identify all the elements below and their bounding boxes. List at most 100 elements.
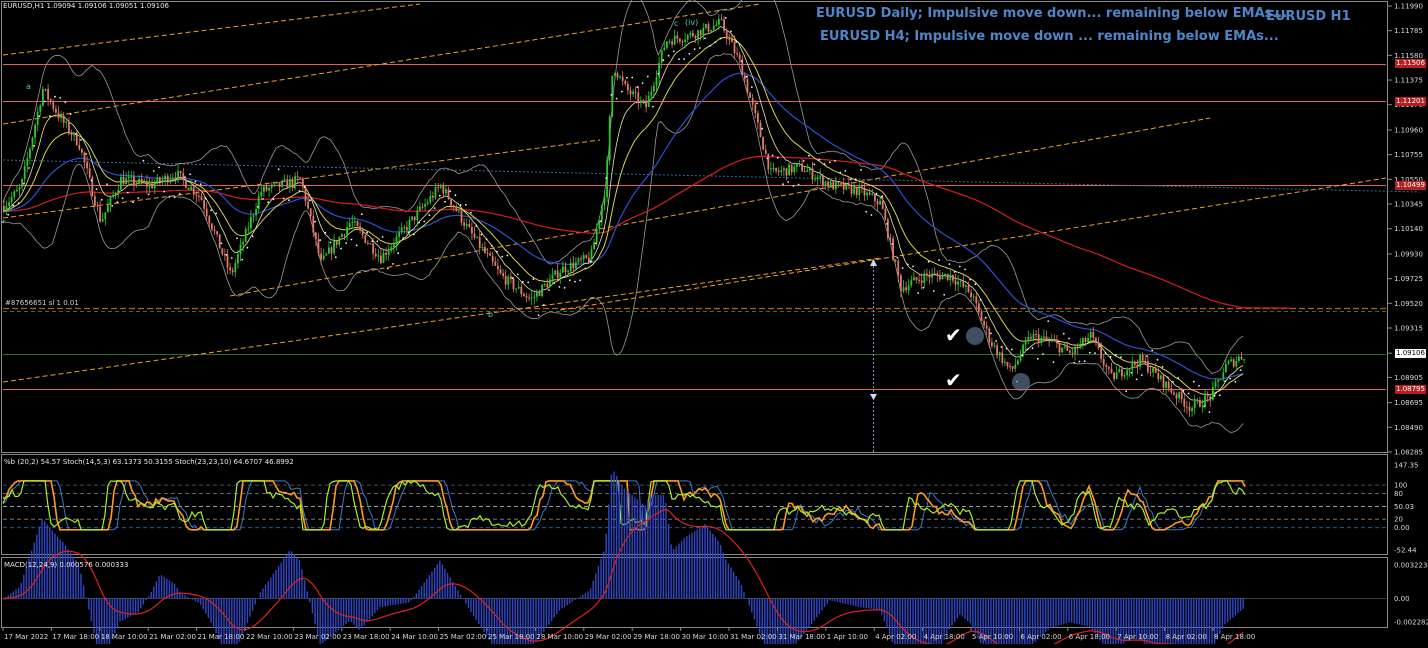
candle-body	[580, 258, 582, 259]
psar-dot	[1094, 352, 1096, 354]
candle-body	[871, 194, 873, 195]
candle-body	[232, 270, 234, 272]
candle-body	[424, 204, 426, 207]
psar-dot	[184, 176, 186, 178]
candle-body	[835, 182, 837, 190]
chart-canvas[interactable]: 1.119901.117851.115801.113751.111701.109…	[0, 0, 1428, 644]
candle-body	[1238, 357, 1240, 361]
candle-body	[32, 138, 34, 149]
candle-body	[1020, 355, 1022, 360]
candle-body	[658, 63, 660, 77]
candle-body	[310, 208, 312, 216]
psar-dot	[611, 94, 613, 96]
candle-body	[507, 276, 509, 284]
candle-body	[929, 275, 931, 277]
candle-body	[773, 168, 775, 169]
psar-dot	[59, 97, 61, 99]
candle-body	[796, 164, 798, 166]
candle-body	[1241, 357, 1243, 360]
candle-body	[822, 176, 824, 186]
candle-body	[440, 185, 442, 188]
psar-dot	[782, 183, 784, 185]
psar-dot	[907, 264, 909, 266]
psar-dot	[626, 77, 628, 79]
candle-body	[242, 242, 244, 244]
candle-body	[908, 285, 910, 290]
candle-body	[874, 194, 876, 201]
psar-dot	[449, 190, 451, 192]
psar-dot	[579, 279, 581, 281]
candle-body	[918, 280, 920, 281]
candle-body	[432, 196, 434, 198]
psar-dot	[278, 168, 280, 170]
psar-dot	[387, 268, 389, 270]
candle-body	[1204, 396, 1206, 407]
candle-body	[224, 254, 226, 255]
psar-dot	[709, 45, 711, 47]
candle-body	[676, 36, 678, 39]
psar-dot	[1053, 361, 1055, 363]
psar-dot	[408, 231, 410, 233]
psar-dot	[678, 58, 680, 60]
candle-body	[536, 292, 538, 297]
psar-dot	[595, 243, 597, 245]
psar-dot	[761, 128, 763, 130]
candle-body	[749, 93, 751, 98]
psar-dot	[247, 247, 249, 249]
candle-body	[713, 26, 715, 30]
osc-tick-label: 20	[1394, 516, 1403, 524]
candle-body	[1095, 338, 1097, 343]
candle-body	[624, 81, 626, 84]
psar-dot	[1183, 390, 1185, 392]
candle-body	[817, 177, 819, 178]
psar-dot	[1110, 356, 1112, 358]
candle-body	[338, 237, 340, 245]
psar-dot	[2, 221, 4, 223]
psar-dot	[949, 263, 951, 265]
psar-dot	[33, 145, 35, 147]
candle-body	[848, 184, 850, 186]
candle-body	[1222, 372, 1224, 379]
candle-body	[453, 205, 455, 207]
fib-channel-lines	[3, 4, 1420, 382]
horizontal-levels	[3, 65, 1386, 390]
candle-body	[705, 24, 707, 28]
candle-body	[1199, 400, 1201, 407]
candle-body	[1212, 387, 1214, 400]
time-tick-label: 18 Mar 10:00	[101, 633, 148, 641]
candle-body	[276, 182, 278, 183]
price-tick-label: 1.09315	[1394, 325, 1423, 333]
candle-body	[515, 289, 517, 290]
candle-body	[942, 275, 944, 279]
psar-dot	[267, 201, 269, 203]
psar-dot	[44, 101, 46, 103]
psar-dot	[174, 197, 176, 199]
candle-body	[1035, 334, 1037, 335]
candle-body	[120, 177, 122, 190]
trading-chart[interactable]: 1.119901.117851.115801.113751.111701.109…	[0, 0, 1428, 644]
psar-dot	[1125, 390, 1127, 392]
psar-dot	[923, 287, 925, 289]
candle-body	[843, 183, 845, 189]
candle-body	[1230, 359, 1232, 361]
psar-dot	[418, 222, 420, 224]
candle-body	[879, 201, 881, 205]
candle-body	[1228, 361, 1230, 363]
psar-dot	[23, 183, 25, 185]
psar-dot	[855, 178, 857, 180]
psar-dot	[860, 169, 862, 171]
candle-body	[762, 137, 764, 150]
price-tick-label: 1.08285	[1394, 449, 1423, 457]
candle-body	[1116, 372, 1118, 379]
candle-body	[255, 209, 257, 215]
candle-body	[970, 292, 972, 297]
candle-body	[593, 242, 595, 249]
bollinger-upper	[3, 0, 1243, 374]
psar-dot	[132, 201, 134, 203]
psar-dot	[1198, 385, 1200, 387]
psar-dot	[928, 261, 930, 263]
psar-dot	[574, 281, 576, 283]
candle-body	[1046, 336, 1048, 339]
time-axis[interactable]: 17 Mar 202217 Mar 18:0018 Mar 10:0021 Ma…	[3, 628, 1255, 641]
candle-body	[1202, 406, 1204, 407]
